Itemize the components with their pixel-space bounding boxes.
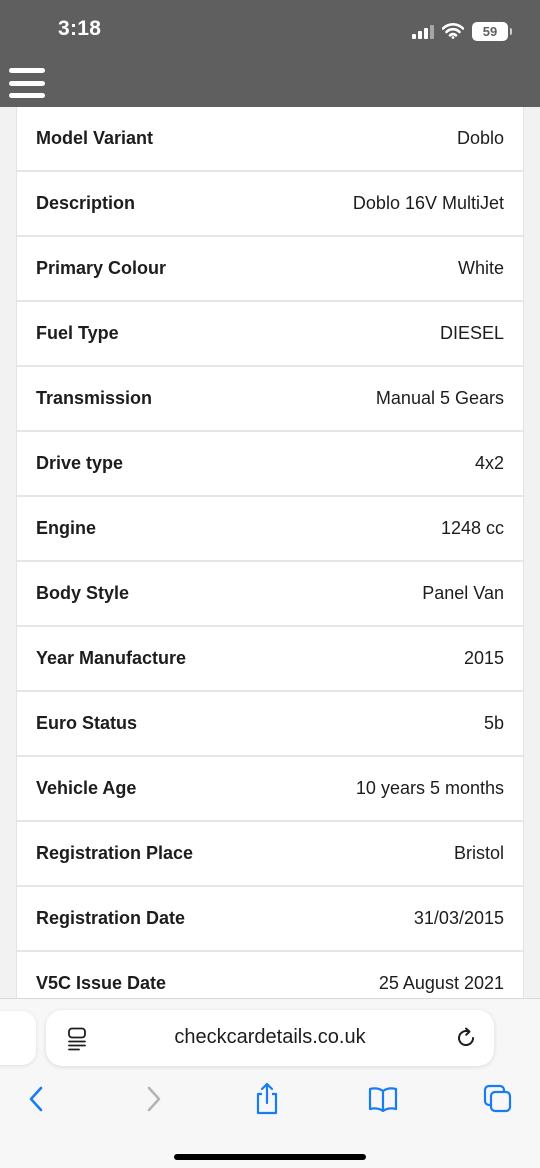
detail-label: Transmission <box>36 388 153 408</box>
detail-row: Transmission Manual 5 Gears <box>17 367 523 432</box>
detail-value: Manual 5 Gears <box>375 388 504 408</box>
detail-row: Euro Status 5b <box>17 692 523 757</box>
detail-value: 2015 <box>463 648 504 668</box>
detail-row: V5C Issue Date 25 August 2021 <box>17 952 523 1000</box>
share-icon <box>256 1082 278 1115</box>
detail-label: Vehicle Age <box>36 778 137 798</box>
detail-label: Description <box>36 193 136 213</box>
detail-label: Euro Status <box>36 713 138 733</box>
top-header-bar: 3:18 59 <box>0 0 540 107</box>
previous-tab-preview[interactable] <box>0 1011 36 1065</box>
forward-button[interactable] <box>136 1081 172 1117</box>
reload-icon[interactable] <box>454 1026 478 1050</box>
detail-label: V5C Issue Date <box>36 973 167 993</box>
detail-row: Vehicle Age 10 years 5 months <box>17 757 523 822</box>
tabs-icon <box>483 1084 512 1113</box>
forward-icon <box>147 1086 161 1112</box>
detail-row: Body Style Panel Van <box>17 562 523 627</box>
detail-row: Primary Colour White <box>17 237 523 302</box>
browser-navigation <box>0 1081 540 1117</box>
status-time: 3:18 <box>58 17 102 40</box>
battery-level: 59 <box>482 23 498 39</box>
detail-label: Drive type <box>36 453 124 473</box>
tabs-button[interactable] <box>480 1081 516 1117</box>
detail-row: Description Doblo 16V MultiJet <box>17 172 523 237</box>
address-bar[interactable]: checkcardetails.co.uk <box>46 1010 494 1066</box>
share-button[interactable] <box>249 1081 285 1117</box>
detail-label: Engine <box>36 518 97 538</box>
bookmarks-button[interactable] <box>365 1081 401 1117</box>
detail-label: Year Manufacture <box>36 648 187 668</box>
detail-value: 4x2 <box>474 453 504 473</box>
hamburger-menu-icon[interactable] <box>9 68 45 98</box>
detail-row: Fuel Type DIESEL <box>17 302 523 367</box>
page-content: Model Variant Doblo Description Doblo 16V M… <box>0 107 540 1000</box>
url-text[interactable]: checkcardetails.co.uk <box>46 1026 494 1049</box>
signal-icon <box>412 23 434 39</box>
back-icon <box>29 1086 43 1112</box>
detail-label: Primary Colour <box>36 258 167 278</box>
detail-value: 10 years 5 months <box>355 778 504 798</box>
detail-value: Bristol <box>453 843 504 863</box>
detail-row: Year Manufacture 2015 <box>17 627 523 692</box>
browser-toolbar: checkcardetails.co.uk <box>0 998 540 1168</box>
detail-value: Doblo 16V MultiJet <box>352 193 504 213</box>
detail-label: Registration Date <box>36 908 186 928</box>
status-icons: 59 <box>412 20 512 42</box>
detail-value: White <box>457 258 504 278</box>
detail-row: Registration Date 31/03/2015 <box>17 887 523 952</box>
bookmarks-icon <box>368 1087 398 1113</box>
detail-row: Registration Place Bristol <box>17 822 523 887</box>
detail-value: 5b <box>483 713 504 733</box>
back-button[interactable] <box>18 1081 54 1117</box>
detail-row: Drive type 4x2 <box>17 432 523 497</box>
detail-value: 1248 cc <box>440 518 504 538</box>
detail-value: Doblo <box>456 128 504 148</box>
detail-label: Fuel Type <box>36 323 119 343</box>
detail-label: Registration Place <box>36 843 194 863</box>
detail-value: 31/03/2015 <box>413 908 504 928</box>
detail-value: DIESEL <box>439 323 504 343</box>
battery-icon: 59 <box>472 21 512 41</box>
detail-row: Engine 1248 cc <box>17 497 523 562</box>
vehicle-details-table: Model Variant Doblo Description Doblo 16V M… <box>16 107 524 1000</box>
home-indicator <box>174 1154 366 1160</box>
detail-value: Panel Van <box>422 583 504 603</box>
detail-label: Body Style <box>36 583 130 603</box>
detail-label: Model Variant <box>36 128 154 148</box>
detail-row: Model Variant Doblo <box>17 107 523 172</box>
wifi-icon <box>442 23 464 39</box>
detail-value: 25 August 2021 <box>378 973 504 993</box>
